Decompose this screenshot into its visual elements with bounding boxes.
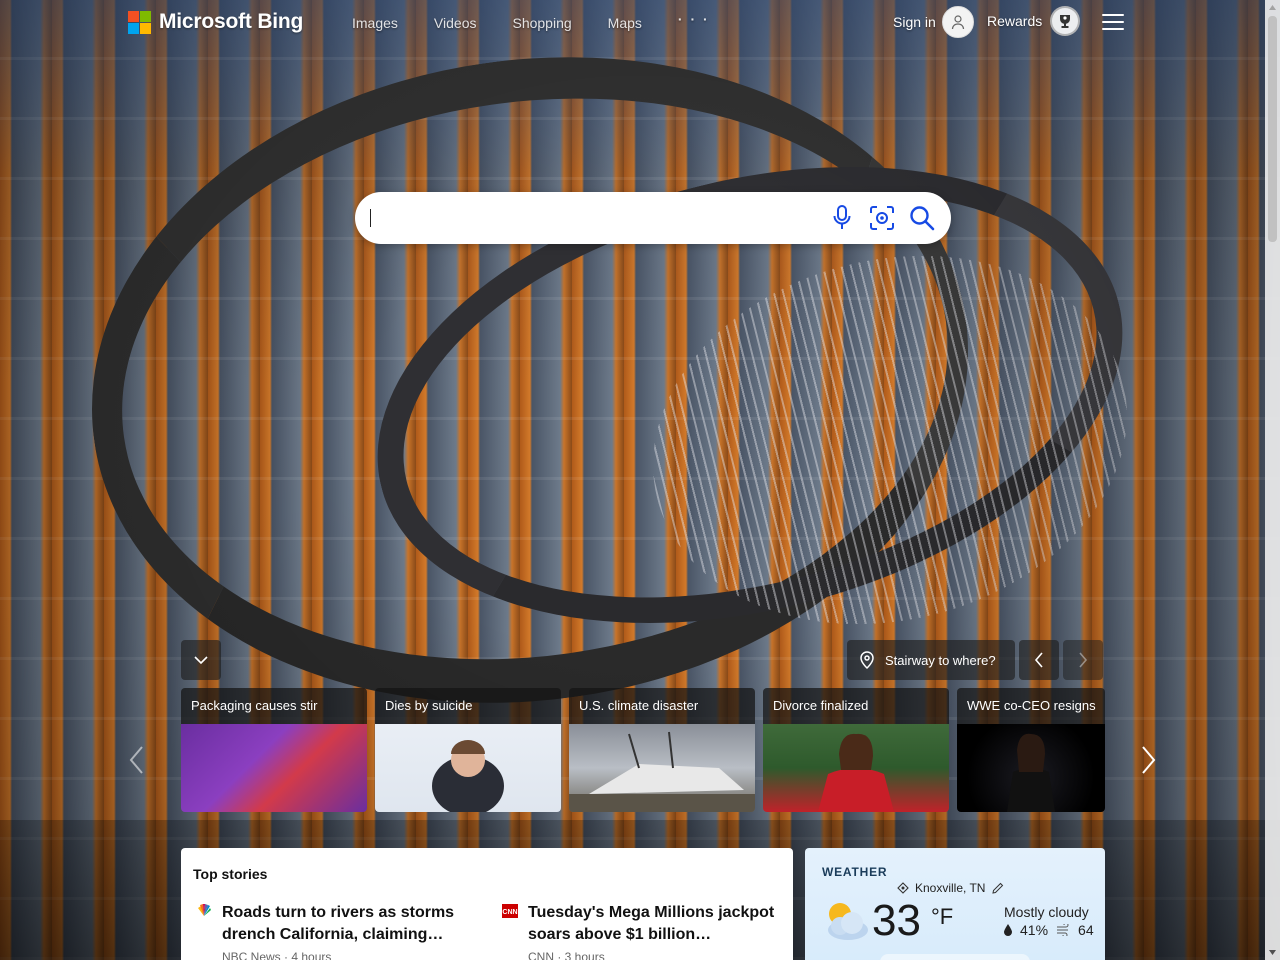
sign-in-button[interactable]: Sign in (893, 6, 974, 38)
news-card-caption: Packaging causes stir (181, 688, 367, 724)
nav-shopping[interactable]: Shopping (512, 15, 571, 31)
search-input[interactable] (371, 202, 821, 234)
news-card[interactable]: Divorce finalized (763, 688, 949, 812)
news-card[interactable]: WWE co-CEO resigns (957, 688, 1105, 812)
rewards-label: Rewards (987, 13, 1043, 29)
news-card-image (181, 724, 367, 812)
chevron-left-icon (129, 746, 143, 774)
scroll-down-arrow-icon[interactable] (1265, 945, 1280, 960)
nav-maps[interactable]: Maps (608, 15, 642, 31)
story-headline[interactable]: Tuesday's Mega Millions jackpot soars ab… (528, 902, 790, 946)
sign-in-label: Sign in (893, 14, 936, 30)
collapse-feed-button[interactable] (181, 640, 221, 680)
nav-videos[interactable]: Videos (434, 15, 477, 31)
page-scrollbar[interactable] (1265, 0, 1280, 960)
weather-location[interactable]: Knoxville, TN (897, 881, 1005, 895)
news-card-caption: Divorce finalized (763, 688, 949, 724)
image-info-button[interactable]: Stairway to where? (847, 640, 1015, 680)
chevron-right-icon (1142, 746, 1156, 774)
carousel-prev-button[interactable] (121, 740, 151, 780)
visual-search-icon[interactable] (869, 204, 895, 232)
top-nav: Images Videos Shopping Maps · · · (352, 11, 746, 31)
news-card-image (957, 724, 1105, 812)
weather-stats: 41% 64 (1004, 922, 1094, 938)
story-headline[interactable]: Roads turn to rivers as storms drench Ca… (222, 902, 484, 946)
search-icon[interactable] (909, 204, 935, 232)
scroll-up-arrow-icon[interactable] (1265, 0, 1280, 15)
edit-pencil-icon[interactable] (991, 881, 1005, 895)
cnn-icon: CNN (502, 904, 518, 918)
news-card-image (375, 724, 561, 812)
carousel-next-button[interactable] (1134, 740, 1164, 780)
news-card[interactable]: U.S. climate disaster (569, 688, 755, 812)
weather-precipitation: 41% (1020, 922, 1049, 938)
weather-panel[interactable]: WEATHER Knoxville, TN 33 °F Mostly cloud… (805, 848, 1105, 960)
story-meta: NBC News · 4 hours (222, 950, 332, 960)
next-image-button[interactable] (1063, 640, 1103, 680)
weather-forecast-button[interactable] (880, 954, 1030, 960)
news-card[interactable]: Packaging causes stir (181, 688, 367, 812)
news-card-caption: WWE co-CEO resigns (957, 688, 1105, 724)
nav-images[interactable]: Images (352, 15, 398, 31)
svg-text:CNN: CNN (502, 909, 517, 916)
news-carousel: Packaging causes stir Dies by suicide U.… (181, 688, 1105, 812)
rewards-trophy-icon (1050, 6, 1081, 36)
background-image (0, 0, 1280, 960)
mostly-cloudy-icon (820, 896, 870, 944)
microphone-icon[interactable] (829, 204, 855, 232)
precipitation-drop-icon (1004, 924, 1012, 936)
news-card-caption: Dies by suicide (375, 688, 561, 724)
previous-image-button[interactable] (1019, 640, 1059, 680)
news-card-image (569, 724, 755, 812)
location-pin-icon (860, 651, 874, 669)
microsoft-logo-icon (128, 10, 151, 34)
nbc-peacock-icon (196, 904, 212, 918)
weather-temperature: 33 (872, 896, 921, 945)
weather-title: WEATHER (822, 865, 888, 879)
hamburger-menu-icon[interactable] (1102, 14, 1124, 30)
chevron-down-icon (194, 656, 208, 665)
logo-text: Microsoft Bing (159, 10, 304, 33)
story-meta: CNN · 3 hours (528, 950, 605, 960)
background-vignette (0, 0, 1280, 960)
weather-location-text: Knoxville, TN (915, 881, 986, 895)
chevron-left-icon (1034, 652, 1043, 668)
weather-unit: °F (931, 904, 954, 929)
image-title: Stairway to where? (885, 652, 996, 668)
air-quality-icon (1057, 924, 1069, 936)
text-caret (370, 209, 371, 227)
rewards-button[interactable]: Rewards (987, 6, 1081, 36)
avatar-icon (941, 6, 974, 38)
chevron-right-icon (1079, 652, 1088, 668)
bing-logo[interactable]: Microsoft Bing (128, 10, 303, 34)
location-icon (897, 882, 909, 894)
search-box (355, 192, 951, 244)
news-card-image (763, 724, 949, 812)
news-card-caption: U.S. climate disaster (569, 688, 755, 724)
nav-more-button[interactable]: · · · (678, 11, 710, 31)
weather-air-quality: 64 (1078, 922, 1094, 938)
scrollbar-thumb[interactable] (1268, 16, 1277, 242)
header: Microsoft Bing Images Videos Shopping Ma… (0, 0, 1280, 46)
top-stories-title: Top stories (193, 866, 268, 882)
weather-condition: Mostly cloudy (1004, 904, 1089, 920)
news-card[interactable]: Dies by suicide (375, 688, 561, 812)
top-stories-panel: Top stories Roads turn to rivers as stor… (181, 848, 793, 960)
search-actions (829, 204, 935, 232)
